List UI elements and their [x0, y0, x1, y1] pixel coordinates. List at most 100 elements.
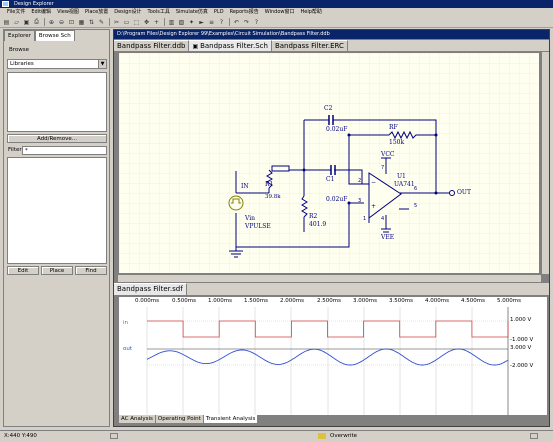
transient-waveform-panel[interactable]: 0.000ms 0.500ms 1.000ms 1.500ms 2.000ms … — [118, 296, 548, 416]
pin3-label: 3 — [358, 198, 362, 204]
component-icon[interactable]: ▨ — [177, 18, 186, 26]
tab-sdf[interactable]: Bandpass Filter.sdf — [114, 283, 187, 295]
toolbar-separator — [229, 18, 230, 26]
status-folder-icon — [318, 433, 326, 439]
vcc-label[interactable]: VCC — [381, 151, 395, 158]
in-trace-label[interactable]: in — [123, 320, 128, 326]
in-net-label[interactable]: IN — [241, 183, 249, 190]
tab-ddb[interactable]: Bandpass Filter.ddb — [114, 40, 190, 51]
filter-label: Filter — [8, 147, 22, 153]
svg-text:+: + — [371, 203, 376, 210]
r1-value[interactable]: 39.8k — [265, 194, 281, 200]
menu-window[interactable]: Window窗口 — [262, 8, 298, 17]
menu-place[interactable]: Place放置 — [82, 8, 111, 17]
vin-type[interactable]: VPULSE — [245, 223, 271, 230]
schematic-hscroll[interactable] — [118, 274, 541, 282]
list-icon[interactable]: ≡ — [207, 18, 216, 26]
menu-simulate[interactable]: Simulate仿真 — [173, 8, 211, 17]
document-frame: D:\Program Files\Design Explorer 99\Exam… — [113, 29, 550, 427]
browse-label: Browse — [9, 47, 30, 53]
c2-label[interactable]: C2 — [324, 105, 332, 112]
tab-transient-analysis[interactable]: Transient Analysis — [202, 415, 259, 424]
question-icon[interactable]: ? — [252, 18, 261, 26]
select-area-icon[interactable]: ⬚ — [132, 18, 141, 26]
menu-reports[interactable]: Reports报告 — [227, 8, 262, 17]
status-indicator-icon — [110, 433, 118, 439]
tab-explorer[interactable]: Explorer — [4, 30, 35, 41]
zoom-in-icon[interactable]: ⊕ — [47, 18, 56, 26]
tab-erc[interactable]: Bandpass Filter.ERC — [271, 40, 348, 51]
menu-tools[interactable]: Tools工具 — [145, 8, 173, 17]
add-remove-button[interactable]: Add/Remove... — [7, 134, 107, 143]
toolbar: ▤ ▱ ▣ ⎙ ⊕ ⊖ ⊡ ▦ ⇅ ✎ ✂ ▭ ⬚ ✥ + ▥ ▨ ✦ ► ≡ … — [0, 17, 553, 28]
u1-label[interactable]: U1 — [397, 173, 406, 180]
crosshair-icon[interactable]: + — [152, 18, 161, 26]
place-button[interactable]: Place — [41, 266, 73, 275]
menu-view[interactable]: View视图 — [54, 8, 82, 17]
analysis-tabs: AC Analysis Operating Point Transient An… — [118, 415, 418, 424]
browse-select[interactable]: Libraries ▼ — [7, 59, 107, 69]
pin7-label: 7 — [381, 165, 385, 171]
paste-icon[interactable]: ▭ — [122, 18, 131, 26]
help-icon[interactable]: ? — [217, 18, 226, 26]
redo-icon[interactable]: ↷ — [242, 18, 251, 26]
schematic-sheet[interactable]: − + C2 0.02uF RF 150k VCC VEE R1 39.8k C… — [118, 52, 540, 274]
zoom-fit-icon[interactable]: ▦ — [77, 18, 86, 26]
r2-value[interactable]: 401.9 — [309, 221, 326, 228]
vin-label[interactable]: Vin — [245, 215, 255, 222]
library-icon[interactable]: ▥ — [167, 18, 176, 26]
menu-help[interactable]: Help帮助 — [297, 8, 324, 17]
run-icon[interactable]: ► — [197, 18, 206, 26]
dropdown-arrow-icon[interactable]: ▼ — [98, 60, 106, 68]
u1-part[interactable]: UA741 — [394, 181, 415, 188]
sheet-up-down-icon[interactable]: ⇅ — [87, 18, 96, 26]
edit-mode: Overwrite — [330, 433, 358, 439]
c2-value[interactable]: 0.02uF — [326, 126, 347, 133]
menu-pld[interactable]: PLD — [211, 8, 227, 17]
move-icon[interactable]: ✥ — [142, 18, 151, 26]
save-icon[interactable]: ▣ — [22, 18, 31, 26]
pin5-label: 5 — [414, 203, 418, 209]
schematic-vscroll[interactable] — [541, 52, 549, 274]
explorer-toggle-icon[interactable]: ▤ — [2, 18, 11, 26]
c1-label[interactable]: C1 — [326, 176, 334, 183]
left-panel-tabs: Explorer Browse Sch — [4, 30, 109, 41]
tab-sch[interactable]: ▣ Bandpass Filter.Sch — [189, 40, 272, 51]
in-trace — [147, 320, 509, 338]
component-list[interactable] — [7, 157, 107, 264]
out-bottom-value: -2.000 V — [510, 363, 534, 369]
out-port-label[interactable]: OUT — [457, 189, 471, 196]
menu-design[interactable]: Design设计 — [111, 8, 144, 17]
print-icon[interactable]: ⎙ — [32, 18, 41, 26]
pin4-label: 4 — [381, 216, 385, 222]
out-trace-label[interactable]: out — [123, 346, 132, 352]
app-title: Design Explorer — [14, 1, 54, 7]
zoom-area-icon[interactable]: ⊡ — [67, 18, 76, 26]
tab-operating-point[interactable]: Operating Point — [154, 415, 204, 424]
svg-text:−: − — [371, 179, 376, 186]
menu-edit[interactable]: Edit编辑 — [28, 8, 54, 17]
document-tabs: Bandpass Filter.ddb ▣ Bandpass Filter.Sc… — [114, 40, 549, 51]
toolbar-separator — [109, 18, 110, 26]
menu-file[interactable]: File文件 — [4, 8, 28, 17]
cut-icon[interactable]: ✂ — [112, 18, 121, 26]
c1-value[interactable]: 0.02uF — [326, 196, 347, 203]
tab-ac-analysis[interactable]: AC Analysis — [118, 415, 156, 424]
pencil-icon[interactable]: ✎ — [97, 18, 106, 26]
r1-label[interactable]: R1 — [265, 181, 273, 188]
library-list[interactable] — [7, 72, 107, 132]
zoom-out-icon[interactable]: ⊖ — [57, 18, 66, 26]
undo-icon[interactable]: ↶ — [232, 18, 241, 26]
edit-button[interactable]: Edit — [7, 266, 39, 275]
r2-label[interactable]: R2 — [309, 213, 317, 220]
open-folder-icon[interactable]: ▱ — [12, 18, 21, 26]
rf-label[interactable]: RF — [389, 124, 398, 131]
browse-select-value: Libraries — [10, 61, 34, 67]
find-button[interactable]: Find — [75, 266, 107, 275]
pin2-label: 2 — [358, 178, 362, 184]
tab-browse-sch[interactable]: Browse Sch — [34, 30, 75, 41]
highlight-icon[interactable]: ✦ — [187, 18, 196, 26]
filter-input[interactable]: * — [22, 146, 107, 155]
vee-label[interactable]: VEE — [381, 234, 394, 241]
rf-value[interactable]: 150k — [389, 139, 404, 146]
